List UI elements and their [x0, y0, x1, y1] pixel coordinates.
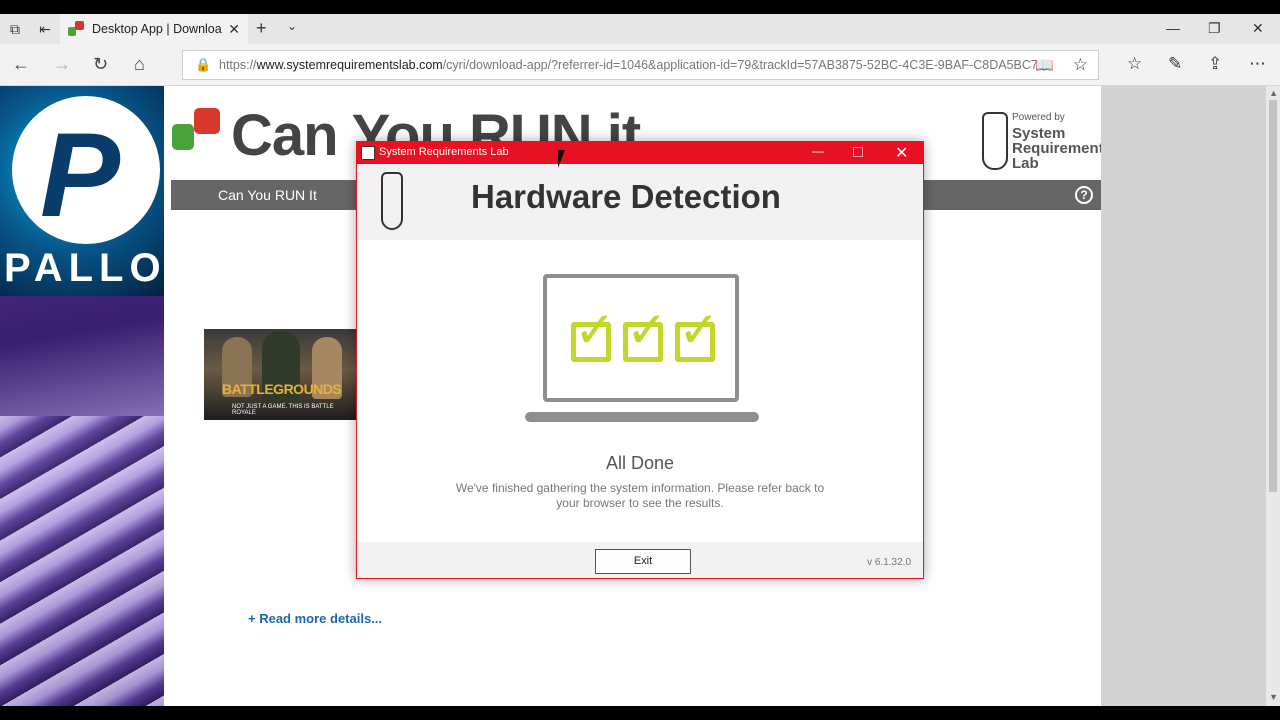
channel-logo: P PALLOK	[0, 86, 164, 296]
screen: ⧉ ⇤ Desktop App | Downloa ✕ + ⌄ — ❐ ✕ ← …	[0, 0, 1280, 720]
navigation-bar: ← → ↻ ⌂ 🔒 https://www.systemrequirements…	[0, 44, 1280, 86]
lock-icon: 🔒	[195, 57, 212, 72]
reading-view-icon[interactable]: 📖	[1035, 56, 1054, 74]
laptop-screen: ✓ ✓ ✓	[543, 274, 739, 402]
new-tab-button[interactable]: +	[256, 18, 267, 39]
forward-icon[interactable]: →	[53, 54, 71, 75]
window-maximize-button[interactable]: ❐	[1208, 20, 1221, 37]
channel-name: PALLOK	[4, 246, 164, 290]
nav-can-you-run-it[interactable]: Can You RUN It	[218, 187, 317, 203]
mouse-cursor-icon	[558, 150, 572, 168]
dialog-heading: Hardware Detection	[471, 178, 781, 215]
browser-tab[interactable]: Desktop App | Downloa ✕	[60, 14, 248, 44]
srl-head-icon	[982, 112, 1008, 170]
url-text: https://www.systemrequirementslab.com/cy…	[219, 58, 1039, 72]
logo-letter: P	[40, 108, 121, 242]
more-icon[interactable]: ⋯	[1249, 54, 1266, 74]
cyri-favicon-icon	[68, 21, 84, 37]
game-title: BATTLEGROUNDS	[222, 381, 342, 397]
exit-button[interactable]: Exit	[595, 549, 691, 574]
status-message: We've finished gathering the system info…	[455, 481, 825, 510]
hardware-detection-dialog: System Requirements Lab — ✕ Hardware Det…	[356, 141, 924, 579]
powered-by-text: Powered by	[1012, 112, 1065, 123]
help-icon[interactable]: ?	[1075, 186, 1093, 204]
tab-back-icon[interactable]: ⇤	[30, 14, 60, 44]
background-art	[0, 416, 164, 706]
thumbs-down-icon	[194, 108, 220, 134]
refresh-icon[interactable]: ↻	[93, 54, 108, 75]
version-label: v 6.1.32.0	[867, 557, 911, 568]
dialog-footer: Exit v 6.1.32.0	[357, 542, 923, 578]
status-text: All Done	[605, 453, 675, 473]
scroll-thumb[interactable]	[1269, 100, 1277, 492]
checkbox-checked-icon: ✓	[571, 302, 616, 362]
dialog-close-button[interactable]: ✕	[895, 143, 908, 163]
tab-close-icon[interactable]: ✕	[228, 21, 240, 38]
notes-icon[interactable]: ✎	[1168, 54, 1182, 74]
address-bar[interactable]: 🔒 https://www.systemrequirementslab.com/…	[182, 50, 1099, 80]
dialog-window-title: System Requirements Lab	[379, 146, 509, 158]
tab-title: Desktop App | Downloa	[92, 22, 222, 36]
laptop-illustration: ✓ ✓ ✓	[525, 274, 759, 424]
checkbox-checked-icon: ✓	[675, 302, 720, 362]
srl-name: System Requirements Lab	[1012, 125, 1113, 172]
favorites-icon[interactable]: ☆	[1127, 54, 1142, 74]
powered-by-srl[interactable]: Powered by System Requirements Lab	[982, 112, 1112, 172]
scroll-down-icon[interactable]: ▼	[1269, 692, 1278, 702]
game-image: BATTLEGROUNDS NOT JUST A GAME. THIS IS B…	[204, 329, 356, 420]
dialog-header: Hardware Detection	[357, 164, 923, 240]
window-minimize-button[interactable]: —	[1166, 20, 1180, 36]
home-icon[interactable]: ⌂	[134, 54, 145, 75]
share-icon[interactable]: ⇪	[1208, 54, 1222, 74]
back-icon[interactable]: ←	[12, 54, 30, 75]
game-subtitle: NOT JUST A GAME. THIS IS BATTLE ROYALE	[232, 404, 334, 416]
app-icon	[361, 146, 375, 160]
dialog-maximize-button	[853, 147, 863, 157]
page-scrollbar[interactable]: ▲ ▼	[1101, 86, 1280, 706]
thumbs-up-icon	[172, 124, 194, 150]
tabs-aside-icon[interactable]: ⧉	[0, 14, 30, 44]
tab-menu-icon[interactable]: ⌄	[287, 19, 297, 33]
laptop-base	[525, 412, 759, 422]
read-more-link[interactable]: + Read more details...	[248, 611, 382, 626]
dialog-minimize-button[interactable]: —	[812, 144, 824, 158]
dialog-titlebar[interactable]: System Requirements Lab — ✕	[357, 142, 923, 164]
checkbox-checked-icon: ✓	[623, 302, 668, 362]
cyri-thumbs-logo-icon	[172, 108, 224, 156]
window-close-button[interactable]: ✕	[1252, 20, 1264, 37]
tab-bar: ⧉ ⇤ Desktop App | Downloa ✕ + ⌄ — ❐ ✕	[0, 14, 1280, 44]
srl-head-icon	[381, 172, 403, 230]
scroll-up-icon[interactable]: ▲	[1269, 88, 1278, 98]
streamer-overlay-art: P PALLOK	[0, 86, 164, 706]
favorite-star-icon[interactable]: ☆	[1073, 55, 1088, 75]
